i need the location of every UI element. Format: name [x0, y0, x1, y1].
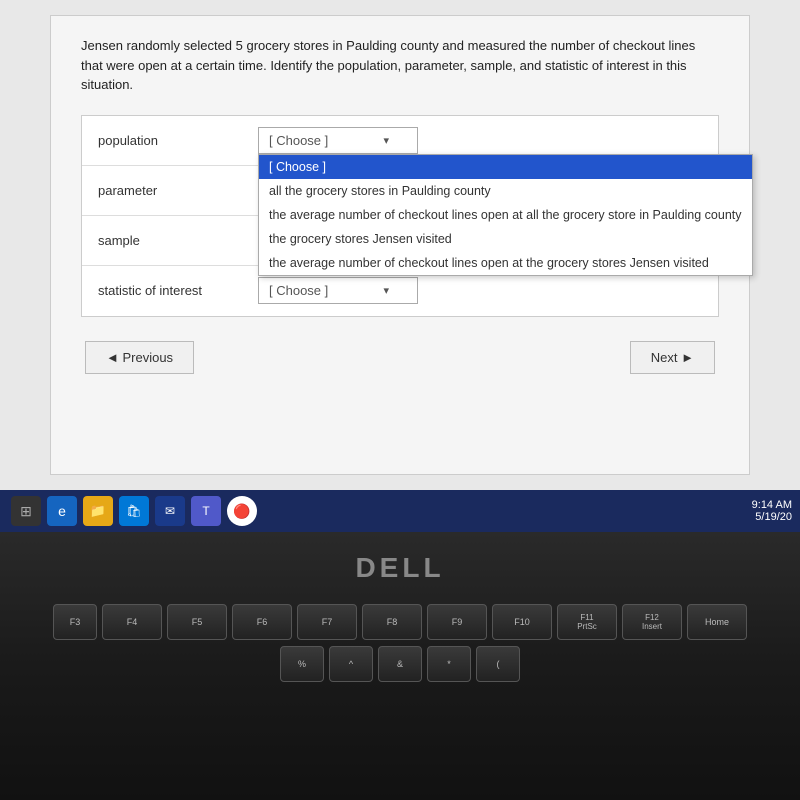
label-sample: sample [98, 233, 258, 248]
mail-icon[interactable]: ✉ [155, 496, 185, 526]
population-chevron-icon: ▾ [383, 134, 389, 147]
dropdown-item-jensen-stores[interactable]: the grocery stores Jensen visited [259, 227, 752, 251]
key-f11[interactable]: F11PrtSc [557, 604, 617, 640]
taskbar-time: 9:14 AM 5/19/20 [752, 499, 792, 523]
population-select-box[interactable]: [ Choose ] ▾ [258, 127, 418, 154]
key-ampersand[interactable]: & [378, 646, 422, 682]
edge-icon[interactable]: e [47, 496, 77, 526]
nav-buttons: ◄ Previous Next ► [81, 341, 719, 374]
laptop-body: DELL F3 F4 F5 F6 F7 F8 F9 F10 F11PrtSc F… [0, 532, 800, 800]
key-open-paren[interactable]: ( [476, 646, 520, 682]
form-area: population [ Choose ] ▾ [ Choose ] all t… [81, 115, 719, 317]
previous-button[interactable]: ◄ Previous [85, 341, 194, 374]
key-f12[interactable]: F12Insert [622, 604, 682, 640]
statistic-select-box[interactable]: [ Choose ] ▾ [258, 277, 418, 304]
statistic-select[interactable]: [ Choose ] ▾ [258, 277, 418, 304]
store-icon[interactable]: 🛍 [119, 496, 149, 526]
dropdown-item-choose[interactable]: [ Choose ] [259, 155, 752, 179]
dropdown-item-all-stores[interactable]: all the grocery stores in Paulding count… [259, 179, 752, 203]
key-percent[interactable]: % [280, 646, 324, 682]
clock: 9:14 AM [752, 499, 792, 511]
population-select[interactable]: [ Choose ] ▾ [ Choose ] all the grocery … [258, 127, 418, 154]
question-text: Jensen randomly selected 5 grocery store… [81, 36, 719, 95]
dropdown-item-avg-jensen[interactable]: the average number of checkout lines ope… [259, 251, 752, 275]
key-caret[interactable]: ^ [329, 646, 373, 682]
label-statistic: statistic of interest [98, 283, 258, 298]
browser-content: Jensen randomly selected 5 grocery store… [50, 15, 750, 475]
form-row-population: population [ Choose ] ▾ [ Choose ] all t… [82, 116, 718, 166]
function-key-row: F3 F4 F5 F6 F7 F8 F9 F10 F11PrtSc F12Ins… [10, 604, 790, 640]
key-f6[interactable]: F6 [232, 604, 292, 640]
population-dropdown[interactable]: [ Choose ] all the grocery stores in Pau… [258, 154, 753, 276]
statistic-select-value: [ Choose ] [269, 283, 328, 298]
key-f10[interactable]: F10 [492, 604, 552, 640]
key-f4[interactable]: F4 [102, 604, 162, 640]
label-population: population [98, 133, 258, 148]
laptop-screen: Jensen randomly selected 5 grocery store… [0, 0, 800, 490]
dell-logo: DELL [355, 552, 444, 584]
date: 5/19/20 [752, 511, 792, 523]
taskbar: ⊞ e 📁 🛍 ✉ T 🔴 9:14 AM 5/19/20 [0, 490, 800, 532]
chrome-icon[interactable]: 🔴 [227, 496, 257, 526]
population-select-value: [ Choose ] [269, 133, 328, 148]
key-f9[interactable]: F9 [427, 604, 487, 640]
key-f7[interactable]: F7 [297, 604, 357, 640]
start-button[interactable]: ⊞ [11, 496, 41, 526]
dropdown-item-avg-all[interactable]: the average number of checkout lines ope… [259, 203, 752, 227]
statistic-chevron-icon: ▾ [383, 284, 389, 297]
label-parameter: parameter [98, 183, 258, 198]
teams-icon[interactable]: T [191, 496, 221, 526]
next-button[interactable]: Next ► [630, 341, 715, 374]
key-asterisk[interactable]: * [427, 646, 471, 682]
keyboard: F3 F4 F5 F6 F7 F8 F9 F10 F11PrtSc F12Ins… [10, 604, 790, 682]
key-home[interactable]: Home [687, 604, 747, 640]
key-f5[interactable]: F5 [167, 604, 227, 640]
key-f3[interactable]: F3 [53, 604, 97, 640]
file-explorer-icon[interactable]: 📁 [83, 496, 113, 526]
symbol-key-row: % ^ & * ( [10, 646, 790, 682]
key-f8[interactable]: F8 [362, 604, 422, 640]
